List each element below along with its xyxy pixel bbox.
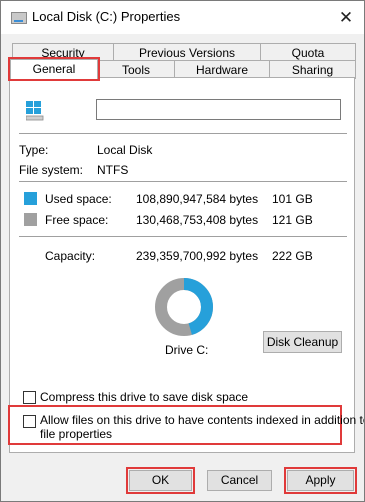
window-title: Local Disk (C:) Properties: [32, 9, 181, 24]
file-system-label: File system:: [19, 163, 84, 177]
title-bar: Local Disk (C:) Properties ✕: [1, 1, 364, 34]
tab-general[interactable]: General: [8, 57, 100, 81]
capacity-label: Capacity:: [45, 249, 96, 263]
ok-highlight: [126, 467, 195, 494]
index-checkbox[interactable]: [23, 415, 36, 428]
divider: [19, 181, 347, 182]
drive-name-input[interactable]: [96, 99, 341, 120]
divider: [19, 236, 347, 237]
used-space-label: Used space:: [45, 192, 112, 206]
type-label: Type:: [19, 143, 49, 157]
properties-dialog: Local Disk (C:) Properties ✕ Security Pr…: [0, 0, 365, 502]
file-system-value: NTFS: [97, 163, 129, 177]
free-space-gb: 121 GB: [272, 213, 313, 227]
compress-label[interactable]: Compress this drive to save disk space: [40, 390, 248, 404]
compress-checkbox[interactable]: [23, 391, 36, 404]
general-panel: Type: Local Disk File system: NTFS Used …: [8, 77, 364, 453]
close-button[interactable]: ✕: [328, 1, 364, 34]
usage-donut: [155, 278, 213, 336]
disk-cleanup-button[interactable]: Disk Cleanup: [263, 331, 342, 353]
apply-highlight: [284, 467, 357, 494]
windows-drive-icon: [26, 101, 44, 121]
free-space-swatch: [24, 213, 37, 226]
drive-icon: [11, 12, 27, 24]
cancel-button[interactable]: Cancel: [207, 470, 272, 491]
divider: [19, 133, 347, 134]
index-label-line1[interactable]: Allow files on this drive to have conten…: [40, 413, 364, 427]
used-space-gb: 101 GB: [272, 192, 313, 206]
close-icon: ✕: [338, 8, 354, 27]
type-value: Local Disk: [97, 143, 153, 157]
free-space-bytes: 130,468,753,408 bytes: [136, 213, 259, 227]
used-space-swatch: [24, 192, 37, 205]
drive-label: Drive C:: [165, 343, 209, 357]
capacity-bytes: 239,359,700,992 bytes: [136, 249, 259, 263]
capacity-gb: 222 GB: [272, 249, 313, 263]
used-space-bytes: 108,890,947,584 bytes: [136, 192, 259, 206]
free-space-label: Free space:: [45, 213, 109, 227]
index-label-line2[interactable]: file properties: [40, 427, 112, 441]
